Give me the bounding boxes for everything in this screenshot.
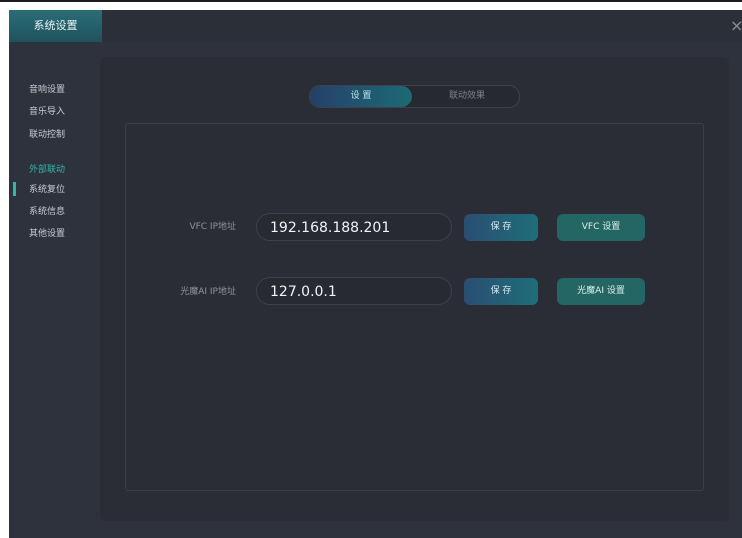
settings-window: 系统设置 × 音响设置 音乐导入 联动控制 外部联动 系统复位 系统信息 其他设… <box>9 10 742 538</box>
tab-settings[interactable]: 设 置 <box>310 86 412 107</box>
tab-switch: 设 置 联动效果 <box>309 85 520 108</box>
sidebar-item-linkage-control[interactable]: 联动控制 <box>29 127 65 143</box>
title-bar: 系统设置 × <box>9 10 742 42</box>
sidebar-item-external-linkage[interactable]: 外部联动 <box>29 162 65 178</box>
sidebar-item-other-settings[interactable]: 其他设置 <box>29 226 65 242</box>
tab-linkage-effect[interactable]: 联动效果 <box>415 86 519 107</box>
settings-box: VFC IP地址 192.168.188.201 保 存 VFC 设置 光魔AI… <box>125 123 704 491</box>
vfc-ip-input[interactable]: 192.168.188.201 <box>256 213 452 241</box>
active-indicator <box>13 182 16 196</box>
sidebar-item-system-reset[interactable]: 系统复位 <box>29 182 65 198</box>
window-title-tab: 系统设置 <box>9 10 102 42</box>
sidebar: 音响设置 音乐导入 联动控制 外部联动 系统复位 系统信息 其他设置 <box>9 42 101 538</box>
content-panel: 设 置 联动效果 VFC IP地址 192.168.188.201 保 存 VF… <box>100 57 729 521</box>
vfc-ip-label: VFC IP地址 <box>189 222 236 232</box>
sidebar-item-music-import[interactable]: 音乐导入 <box>29 104 65 120</box>
close-icon[interactable]: × <box>730 18 742 34</box>
ai-ip-input[interactable]: 127.0.0.1 <box>256 277 452 305</box>
ai-settings-button[interactable]: 光魔AI 设置 <box>557 278 645 305</box>
window-top-border <box>0 0 742 2</box>
ai-ip-label: 光魔AI IP地址 <box>180 287 236 297</box>
sidebar-item-system-info[interactable]: 系统信息 <box>29 204 65 220</box>
vfc-settings-button[interactable]: VFC 设置 <box>557 214 645 241</box>
vfc-save-button[interactable]: 保 存 <box>464 214 538 241</box>
sidebar-item-audio[interactable]: 音响设置 <box>29 82 65 98</box>
ai-save-button[interactable]: 保 存 <box>464 278 538 305</box>
